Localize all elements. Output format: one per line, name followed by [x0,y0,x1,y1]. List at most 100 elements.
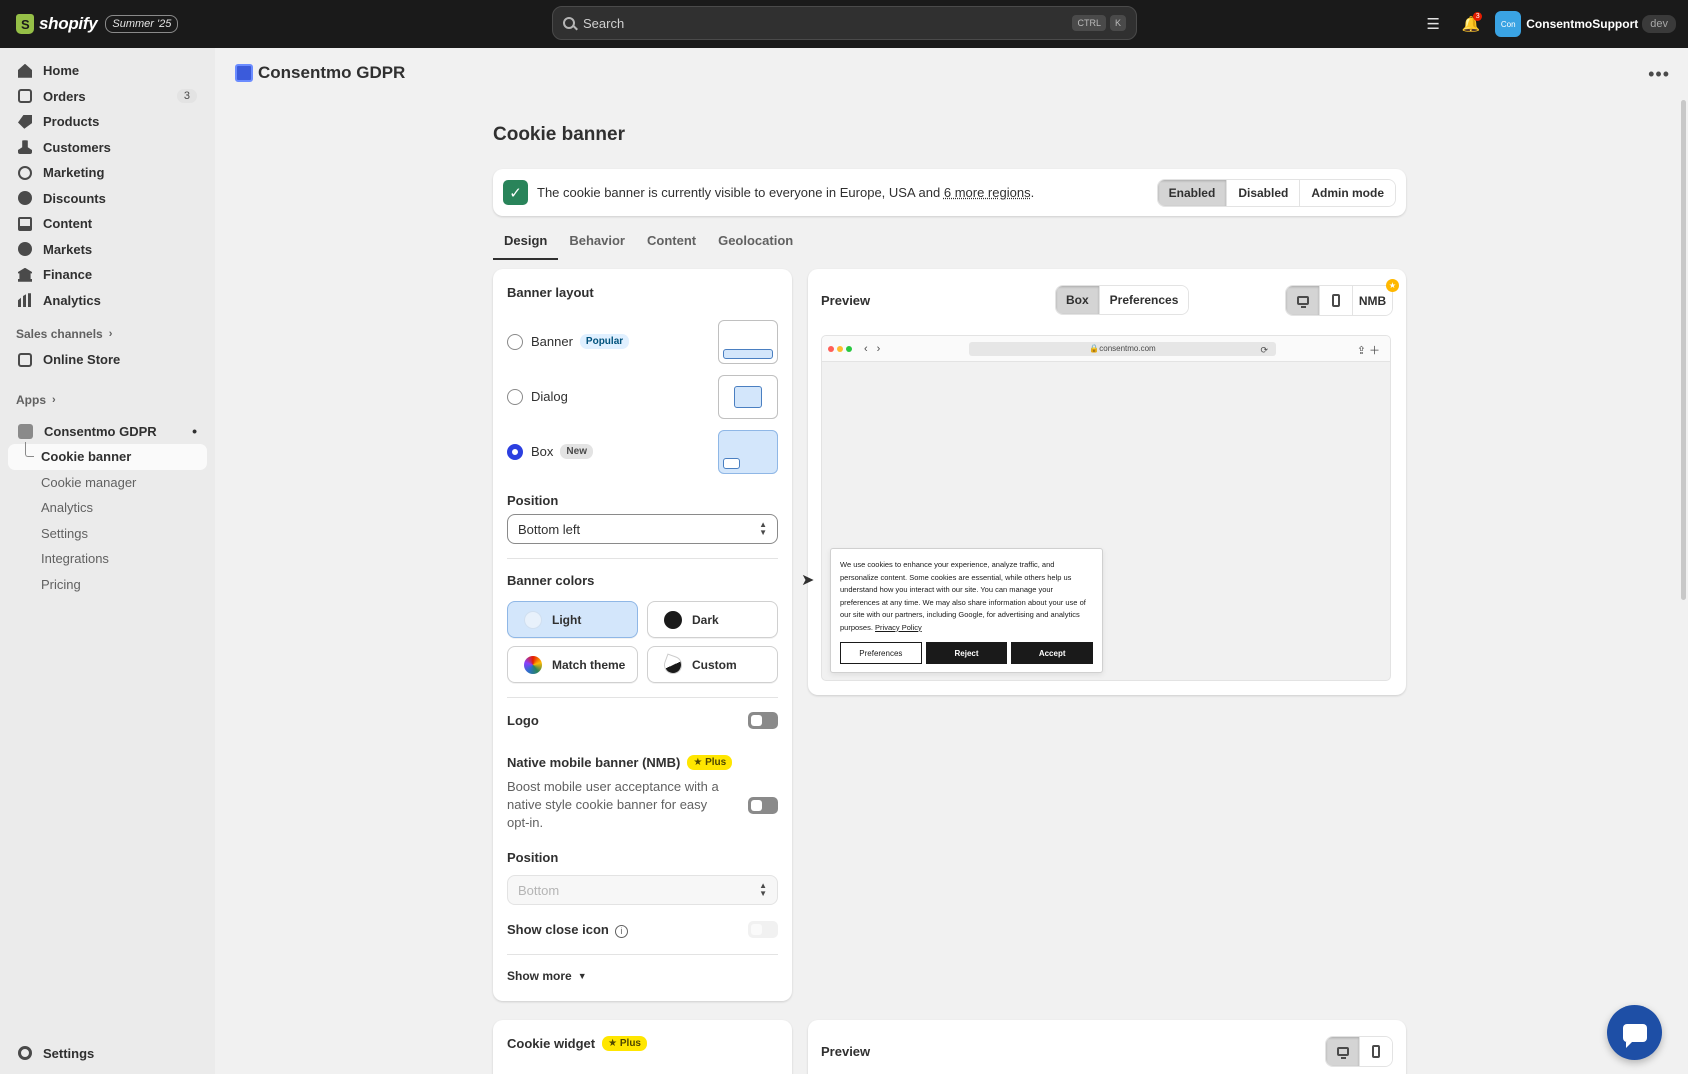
banner-radio[interactable] [507,333,523,350]
inbox-icon[interactable]: ☰ [1419,10,1447,38]
color-dark-button[interactable]: Dark [647,601,778,638]
tab-behavior[interactable]: Behavior [558,229,636,260]
mode-segmented-control: Enabled Disabled Admin mode [1156,178,1396,207]
dialog-layout-thumbnail[interactable] [718,374,778,419]
preview-card: Preview Box Preferences NMB ★ ‹ › 🔒conse… [808,269,1406,695]
sidebar-item-finance[interactable]: Finance [8,262,207,288]
top-bar: shopify Summer '25 Search CTRL K ☰ 🔔3 Co… [0,0,1688,48]
popular-badge: Popular [579,334,630,349]
chevron-right-icon: › [108,328,113,340]
preview-header: Preview Box Preferences NMB ★ [821,279,1399,316]
admin-mode-button[interactable]: Admin mode [1299,179,1395,206]
sidebar-item-products[interactable]: Products [8,109,207,135]
brand-name: shopify [39,14,98,33]
bank-icon [18,267,32,282]
close-dot-icon [828,345,834,352]
desktop-icon [1336,1047,1349,1059]
sidebar-item-orders[interactable]: Orders 3 [8,84,207,110]
sidebar-item-markets[interactable]: Markets [8,237,207,263]
sidebar-subitem-settings[interactable]: Settings [8,521,207,547]
nmb-button[interactable]: NMB [1352,286,1392,315]
disabled-button[interactable]: Disabled [1226,179,1300,206]
sidebar-item-online-store[interactable]: Online Store [8,347,207,373]
sidebar-subitem-cookie-banner[interactable]: Cookie banner [8,442,207,470]
sidebar-subitem-cookie-manager[interactable]: Cookie manager [8,470,207,496]
logo-row: Logo [507,712,778,729]
cookie-widget-heading-row: Cookie widget ★ Plus [507,1036,778,1051]
gear-icon [18,1046,32,1061]
sidebar-subitem-analytics[interactable]: Analytics [8,495,207,521]
nmb-toggle[interactable] [748,796,778,814]
banner-layout-thumbnail[interactable] [718,319,778,364]
layout-option-banner[interactable]: Banner Popular [507,314,778,369]
nmb-row: Boost mobile user acceptance with a nati… [507,778,778,832]
cookie-widget-card: Cookie widget ★ Plus [493,1020,792,1074]
sidebar-subitem-integrations[interactable]: Integrations [8,546,207,572]
more-actions-icon[interactable]: ••• [1648,64,1670,85]
orders-icon [18,89,32,104]
sidebar-item-home[interactable]: Home [8,58,207,84]
plus-badge: ★ Plus [687,755,733,770]
apps-header[interactable]: Apps › [8,387,207,413]
account-name[interactable]: ConsentmoSupport [1526,17,1638,31]
app-icon [18,423,33,439]
enabled-button[interactable]: Enabled [1157,179,1227,206]
desktop-button[interactable] [1286,286,1319,315]
close-icon-label: Show close icon i [507,922,628,938]
sidebar-item-analytics[interactable]: Analytics [8,288,207,314]
sidebar-item-marketing[interactable]: Marketing [8,160,207,186]
design-settings-card: Banner layout Banner Popular Dialog Box … [493,269,792,1001]
logo-toggle[interactable] [748,712,778,729]
shopify-logo[interactable]: shopify [16,14,98,34]
sales-channels-header[interactable]: Sales channels › [8,321,207,347]
info-icon[interactable]: i [614,924,628,938]
color-custom-button[interactable]: Custom [647,646,778,683]
divider [507,954,778,955]
chat-button[interactable] [1607,1005,1662,1060]
tab-design[interactable]: Design [493,229,559,260]
box-layout-thumbnail[interactable] [718,429,778,474]
sidebar-subitem-pricing[interactable]: Pricing [8,572,207,598]
layout-option-dialog[interactable]: Dialog [507,369,778,424]
widget-preview-card: Preview [808,1020,1406,1074]
widget-device-control [1325,1036,1393,1067]
mouse-cursor-icon: ➤ [801,572,815,589]
scrollbar[interactable] [1681,100,1686,600]
sidebar-item-discounts[interactable]: Discounts [8,186,207,212]
mobile-button[interactable] [1319,286,1352,315]
search-input[interactable]: Search CTRL K [552,6,1137,40]
search-icon [563,17,575,29]
avatar[interactable]: Con [1495,11,1522,37]
bell-icon[interactable]: 🔔 3 [1457,10,1485,38]
widget-preview-heading: Preview [821,1043,871,1059]
preview-preferences-button[interactable]: Preferences [1098,286,1189,314]
widget-mobile-button[interactable] [1359,1037,1392,1066]
person-icon [18,140,32,155]
position-select[interactable]: Bottom left ▲ ▼ [507,514,778,544]
more-regions-link[interactable]: 6 more regions [944,185,1031,200]
notification-count: 3 [1473,12,1483,21]
chat-icon [1622,1023,1647,1048]
layout-option-box[interactable]: Box New [507,424,778,479]
box-radio[interactable] [507,443,523,460]
star-icon: ★ [1386,279,1399,292]
nmb-position-select[interactable]: Bottom ▲ ▼ [507,875,778,905]
cookie-buttons: Preferences Reject Accept [840,642,1094,664]
home-icon [18,63,32,78]
color-match-theme-button[interactable]: Match theme [507,646,638,683]
sidebar-item-content[interactable]: Content [8,211,207,237]
sidebar-item-settings[interactable]: Settings [8,1041,207,1067]
sidebar-item-consentmo[interactable]: Consentmo GDPR • [8,419,207,445]
browser-mockup: ‹ › 🔒consentmo.com ⟳ ⇪ ＋ We use cookies t… [821,335,1391,681]
widget-desktop-button[interactable] [1326,1037,1359,1066]
edition-badge[interactable]: Summer '25 [105,15,179,33]
close-icon-toggle[interactable] [748,921,778,938]
dialog-radio[interactable] [507,388,523,405]
shortcut-mod-key: CTRL [1072,15,1106,31]
color-light-button[interactable]: Light [507,601,638,638]
show-more-button[interactable]: Show more ▼ [507,969,778,983]
tab-geolocation[interactable]: Geolocation [707,229,804,260]
preview-box-button[interactable]: Box [1056,286,1099,314]
tab-content[interactable]: Content [636,229,707,260]
sidebar-item-customers[interactable]: Customers [8,135,207,161]
